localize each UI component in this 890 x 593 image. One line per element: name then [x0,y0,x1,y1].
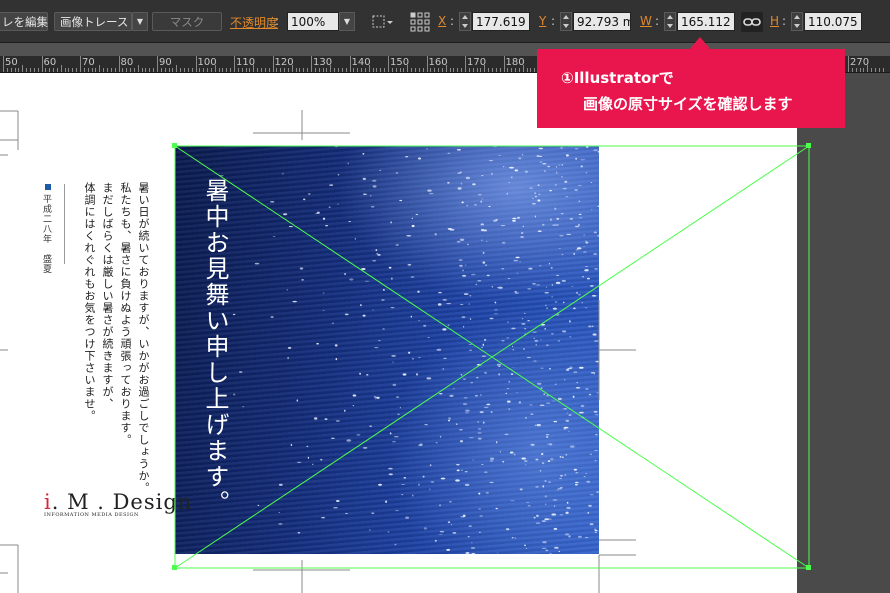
crop-marks [0,110,636,593]
callout-line-2: 画像の原寸サイズを確認します [583,95,793,113]
selection-box[interactable] [174,145,810,569]
callout-line-1: ①Illustratorで [561,69,674,87]
callout-annotation: ①Illustratorで 画像の原寸サイズを確認します [537,49,845,128]
